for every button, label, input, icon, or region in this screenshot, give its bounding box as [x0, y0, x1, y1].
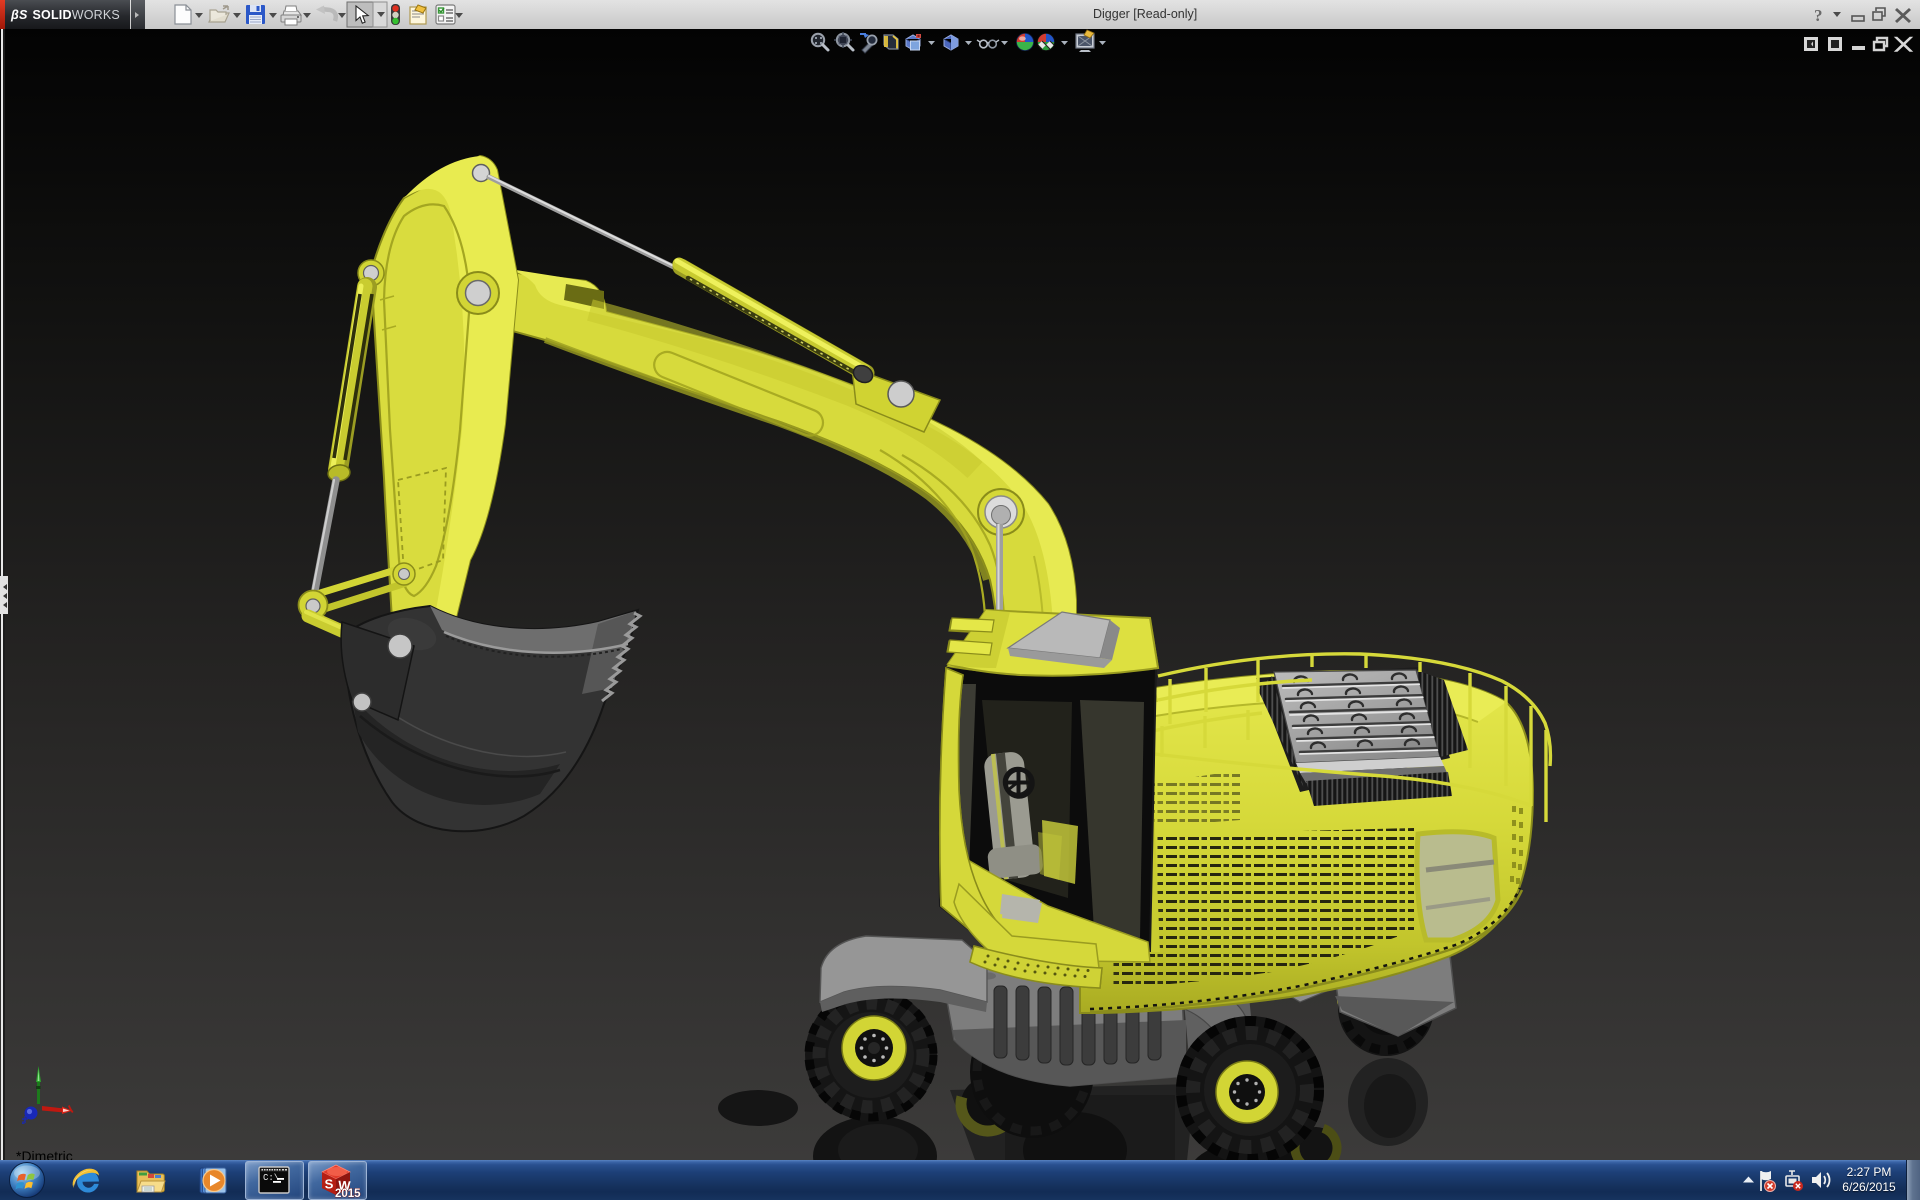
svg-text:*Dimetric: *Dimetric [16, 1148, 73, 1160]
svg-text:2015: 2015 [335, 1188, 361, 1200]
svg-text:?: ? [1814, 6, 1823, 25]
svg-text:S: S [324, 1176, 334, 1191]
